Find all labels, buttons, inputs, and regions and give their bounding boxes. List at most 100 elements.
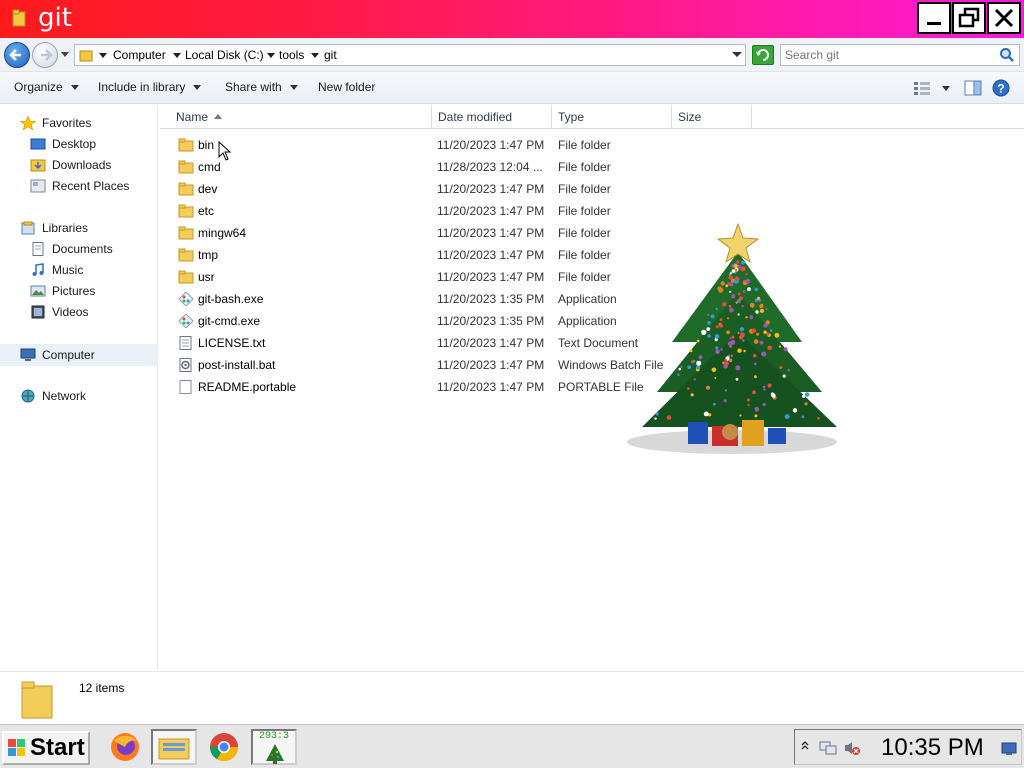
file-row[interactable]: dev 11/20/2023 1:47 PM File folder [170, 178, 670, 200]
column-date-modified[interactable]: Date modified [432, 105, 552, 129]
tree-light [801, 415, 805, 419]
file-name: git-bash.exe [198, 292, 264, 306]
back-button[interactable] [4, 42, 30, 68]
file-explorer-taskbar-button[interactable] [151, 729, 197, 765]
new-folder-button[interactable]: New folder [318, 80, 375, 94]
sidebar-item-videos[interactable]: Videos [30, 305, 88, 319]
column-name[interactable]: Name [170, 105, 432, 129]
chrome-taskbar-button[interactable] [201, 729, 247, 765]
restore-icon [958, 7, 980, 28]
computer-icon [20, 348, 36, 361]
recent-places-icon [30, 179, 46, 193]
title-bar[interactable]: git [0, 0, 1024, 38]
firefox-icon [111, 733, 139, 761]
sidebar-label: Computer [42, 348, 95, 362]
include-in-library-button[interactable]: Include in library [98, 80, 202, 94]
tree-light [712, 402, 716, 406]
address-history-dropdown-icon[interactable] [732, 52, 742, 58]
breadcrumb-git[interactable]: git [324, 48, 337, 62]
sidebar-item-music[interactable]: Music [30, 263, 83, 277]
tree-light [762, 385, 766, 389]
navigation-pane: Favorites Desktop Downloads Recent Place… [0, 105, 158, 670]
file-row[interactable]: usr 11/20/2023 1:47 PM File folder [170, 266, 670, 288]
file-date-modified: 11/20/2023 1:47 PM [437, 226, 545, 240]
show-hidden-icons-icon[interactable] [801, 740, 809, 752]
sidebar-item-pictures[interactable]: Pictures [30, 284, 95, 298]
sidebar-item-desktop[interactable]: Desktop [30, 137, 96, 151]
file-row[interactable]: bin 11/20/2023 1:47 PM File folder [170, 134, 670, 156]
file-row[interactable]: README.portable 11/20/2023 1:47 PM PORTABL… [170, 376, 670, 398]
tree-light [677, 373, 680, 376]
pictures-icon [30, 285, 46, 297]
file-date-modified: 11/20/2023 1:47 PM [437, 380, 545, 394]
breadcrumb-local-disk[interactable]: Local Disk (C:) [185, 48, 264, 62]
file-row[interactable]: git-bash.exe 11/20/2023 1:35 PM Applicatio… [170, 288, 670, 310]
view-options-icon[interactable] [914, 81, 930, 95]
refresh-button[interactable] [752, 45, 774, 65]
close-button[interactable] [987, 2, 1021, 34]
file-row[interactable]: post-install.bat 11/20/2023 1:47 PM Window… [170, 354, 670, 376]
column-type[interactable]: Type [552, 105, 672, 129]
tree-light [746, 398, 750, 402]
file-row[interactable]: cmd 11/28/2023 12:04 ... File folder [170, 156, 670, 178]
tree-light [736, 260, 740, 264]
sidebar-item-downloads[interactable]: Downloads [30, 158, 111, 172]
chevron-down-icon[interactable] [267, 53, 275, 59]
sidebar-item-favorites[interactable]: Favorites [20, 116, 91, 130]
search-box[interactable] [780, 44, 1020, 66]
sidebar-item-recent-places[interactable]: Recent Places [30, 179, 129, 193]
show-desktop-icon[interactable] [1001, 742, 1017, 756]
tree-light [787, 369, 791, 372]
volume-muted-icon[interactable] [843, 740, 861, 756]
file-row[interactable]: git-cmd.exe 11/20/2023 1:35 PM Application [170, 310, 670, 332]
sidebar-item-libraries[interactable]: Libraries [20, 221, 88, 235]
file-row[interactable]: etc 11/20/2023 1:47 PM File folder [170, 200, 670, 222]
preview-pane-icon[interactable] [964, 80, 982, 96]
file-type: Application [558, 314, 617, 328]
share-with-button[interactable]: Share with [225, 80, 298, 94]
tree-light [705, 385, 711, 390]
chevron-down-icon[interactable] [99, 53, 107, 59]
christmas-tree-image [627, 222, 837, 454]
tree-light [711, 367, 717, 373]
sidebar-item-documents[interactable]: Documents [30, 242, 113, 256]
tree-light [754, 362, 757, 366]
search-icon[interactable] [999, 47, 1015, 63]
tree-light [696, 360, 702, 366]
column-header: Name Date modified Type Size [160, 105, 1024, 129]
file-row[interactable]: mingw64 11/20/2023 1:47 PM File folder [170, 222, 670, 244]
search-input[interactable] [785, 47, 995, 63]
help-icon[interactable]: ? [992, 79, 1010, 97]
minimize-button[interactable] [917, 2, 951, 34]
forward-button[interactable] [32, 42, 58, 68]
tree-light [727, 317, 730, 320]
organize-button[interactable]: Organize [14, 80, 79, 94]
address-bar[interactable]: Computer Local Disk (C:) tools git [74, 44, 746, 66]
network-status-icon[interactable] [819, 740, 837, 756]
column-size[interactable]: Size [672, 105, 752, 129]
tree-light [769, 329, 773, 332]
restore-button[interactable] [952, 2, 986, 34]
tree-light [763, 388, 766, 391]
tree-light [710, 314, 715, 319]
chevron-down-icon[interactable] [942, 86, 950, 92]
recent-pages-dropdown-icon[interactable] [60, 52, 70, 58]
file-row[interactable]: LICENSE.txt 11/20/2023 1:47 PM Text Docume… [170, 332, 670, 354]
sidebar-item-computer[interactable]: Computer [0, 344, 158, 366]
breadcrumb-computer[interactable]: Computer [113, 48, 166, 62]
breadcrumb-tools[interactable]: tools [279, 48, 304, 62]
file-row[interactable]: tmp 11/20/2023 1:47 PM File folder [170, 244, 670, 266]
tree-light [720, 348, 723, 351]
tree-light [687, 365, 691, 369]
tree-light [654, 417, 657, 420]
clock[interactable]: 10:35 PM [881, 734, 984, 762]
tree-app-taskbar-button[interactable]: 293:3 [251, 729, 297, 765]
start-button[interactable]: Start [2, 731, 90, 765]
sidebar-item-network[interactable]: Network [20, 389, 86, 403]
firefox-taskbar-button[interactable] [102, 729, 148, 765]
chevron-down-icon[interactable] [173, 53, 181, 59]
folder-icon [178, 138, 194, 152]
file-date-modified: 11/20/2023 1:47 PM [437, 270, 545, 284]
tree-light [707, 334, 711, 338]
chevron-down-icon[interactable] [311, 53, 319, 59]
